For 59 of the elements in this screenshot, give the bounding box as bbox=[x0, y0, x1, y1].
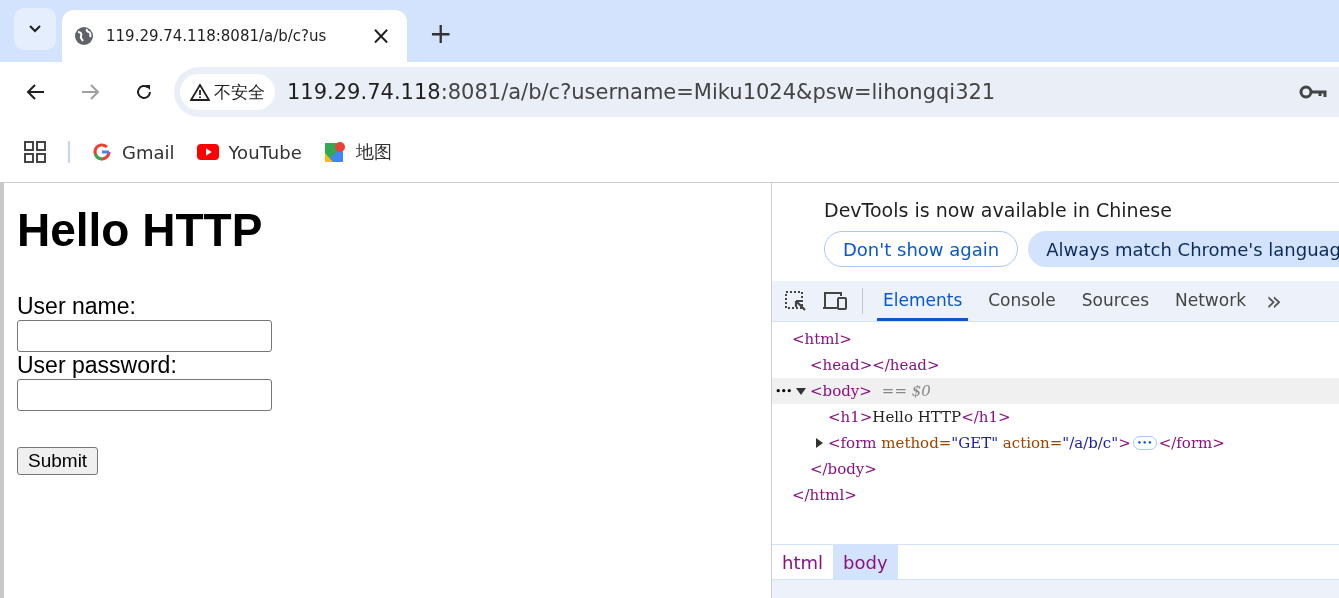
security-chip[interactable]: 不安全 bbox=[180, 74, 275, 110]
address-bar[interactable]: 不安全 119.29.74.118:8081/a/b/c?username=Miku1024&psw=lihongqi321 bbox=[174, 67, 1339, 117]
warning-icon bbox=[190, 83, 210, 101]
devtools-tab[interactable]: Sources bbox=[1075, 281, 1155, 321]
devtools-tab[interactable]: Elements bbox=[877, 281, 969, 321]
code-token: <body> bbox=[810, 382, 872, 400]
closing-tag: </html> bbox=[792, 486, 857, 504]
url-text: 119.29.74.118:8081/a/b/c?username=Miku1024&psw=lihongqi321 bbox=[287, 80, 997, 104]
notice-message: DevTools is now available in Chinese bbox=[824, 199, 1173, 221]
google-logo-icon bbox=[92, 142, 112, 162]
code-token: <html> bbox=[792, 330, 852, 348]
code-token: </form> bbox=[1158, 434, 1225, 452]
code-token: "GET" bbox=[951, 434, 999, 452]
browser-tab[interactable]: 119.29.74.118:8081/a/b/c?us × bbox=[62, 10, 407, 62]
code-token: "/a/b/c" bbox=[1062, 434, 1119, 452]
devtools-tab[interactable]: Console bbox=[982, 281, 1062, 321]
key-icon[interactable] bbox=[1299, 84, 1327, 100]
code-token: <head></head> bbox=[810, 356, 940, 374]
apps-grid-icon[interactable] bbox=[24, 141, 46, 163]
globe-icon bbox=[74, 26, 94, 46]
forward-icon[interactable] bbox=[80, 82, 100, 102]
back-icon[interactable] bbox=[26, 82, 46, 102]
node-reference: == $0 bbox=[881, 382, 931, 400]
closing-tag: </body> bbox=[810, 460, 877, 478]
code-token: </h1> bbox=[961, 408, 1011, 426]
code-token: method= bbox=[880, 434, 952, 452]
code-token: <form bbox=[828, 434, 877, 452]
breadcrumb[interactable]: html bbox=[772, 545, 833, 579]
language-button[interactable]: Always match Chrome's languag bbox=[1028, 231, 1339, 267]
play-logo-icon bbox=[196, 144, 219, 160]
page-heading: Hello HTTP bbox=[17, 203, 264, 257]
reload-icon[interactable] bbox=[134, 82, 154, 102]
chevron-down-icon bbox=[29, 25, 41, 33]
expand-triangle-icon[interactable] bbox=[814, 438, 824, 448]
more-tabs-button[interactable]: » bbox=[1266, 286, 1282, 316]
inspect-icon[interactable] bbox=[784, 290, 808, 312]
selected-row-highlight[interactable]: ••• <body> == $0 bbox=[772, 378, 1339, 404]
bookmark[interactable]: YouTube bbox=[196, 141, 302, 163]
input-field[interactable] bbox=[17, 320, 272, 352]
device-toolbar-icon[interactable] bbox=[822, 290, 848, 312]
close-tab-button[interactable]: × bbox=[370, 22, 391, 50]
bookmark[interactable]: Gmail bbox=[92, 141, 175, 163]
field-label: User password: bbox=[17, 352, 177, 379]
row-menu-button[interactable]: ••• bbox=[775, 384, 792, 398]
tab-title: 119.29.74.118:8081/a/b/c?us bbox=[106, 27, 328, 45]
code-token: <h1> bbox=[828, 408, 873, 426]
devtools-tab[interactable]: Network bbox=[1169, 281, 1252, 321]
submit-button[interactable]: Submit bbox=[17, 447, 99, 475]
new-tab-button[interactable]: + bbox=[429, 17, 453, 50]
input-field[interactable] bbox=[17, 379, 272, 411]
bookmark[interactable]: 地图 bbox=[323, 140, 392, 164]
code-token: Hello HTTP bbox=[872, 408, 962, 426]
breadcrumb[interactable]: body bbox=[833, 545, 898, 579]
code-token: action= bbox=[1001, 434, 1063, 452]
expand-triangle-icon[interactable] bbox=[796, 386, 806, 396]
map-pin-icon bbox=[323, 141, 346, 163]
dismiss-button[interactable]: Don't show again bbox=[824, 231, 1019, 267]
field-label: User name: bbox=[17, 293, 136, 320]
code-token: > bbox=[1118, 434, 1131, 452]
